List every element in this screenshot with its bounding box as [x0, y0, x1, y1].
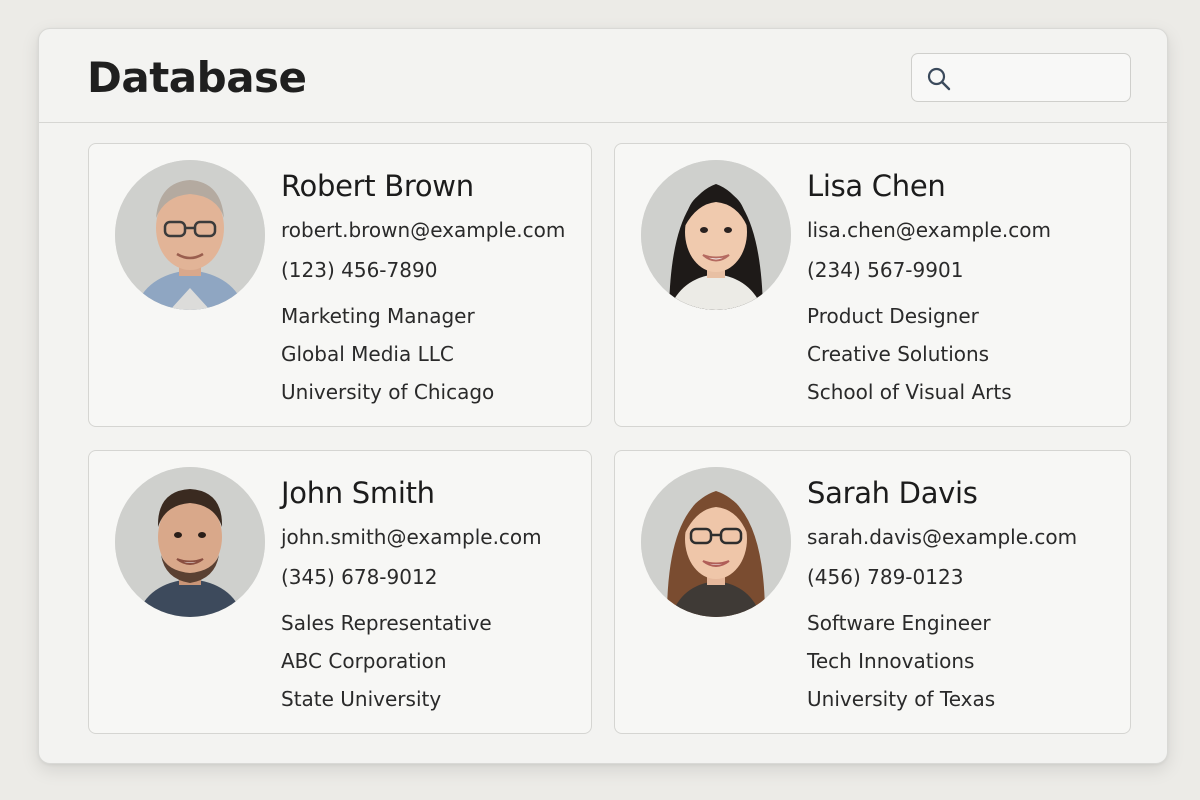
contact-title: Sales Representative	[281, 611, 492, 635]
contact-title: Software Engineer	[807, 611, 991, 635]
contact-info: Lisa Chen lisa.chen@example.com (234) 56…	[807, 164, 1051, 411]
contact-card[interactable]: Robert Brown robert.brown@example.com (1…	[88, 143, 592, 427]
contact-phone[interactable]: (345) 678-9012	[281, 557, 542, 597]
contact-phone[interactable]: (123) 456-7890	[281, 250, 565, 290]
contact-name: Lisa Chen	[807, 169, 946, 203]
page-title: Database	[87, 53, 307, 102]
contact-email[interactable]: sarah.davis@example.com	[807, 517, 1077, 557]
contact-company: Global Media LLC	[281, 342, 454, 366]
avatar	[115, 467, 265, 617]
contact-title: Product Designer	[807, 304, 979, 328]
search-box[interactable]	[911, 53, 1131, 102]
avatar	[641, 467, 791, 617]
search-input[interactable]	[960, 62, 1120, 94]
contact-info: John Smith john.smith@example.com (345) …	[281, 471, 542, 718]
search-icon[interactable]	[926, 66, 952, 92]
contact-card[interactable]: Sarah Davis sarah.davis@example.com (456…	[614, 450, 1131, 734]
contact-email[interactable]: robert.brown@example.com	[281, 210, 565, 250]
contact-phone[interactable]: (234) 567-9901	[807, 250, 1051, 290]
contact-school: University of Texas	[807, 687, 996, 711]
contact-email[interactable]: lisa.chen@example.com	[807, 210, 1051, 250]
avatar	[115, 160, 265, 310]
contact-company: Creative Solutions	[807, 342, 990, 366]
contact-name: Robert Brown	[281, 169, 474, 203]
contact-school: State University	[281, 687, 442, 711]
contact-title: Marketing Manager	[281, 304, 475, 328]
database-window: Database Robert Brown robert.brown@examp…	[38, 28, 1168, 764]
contact-name: Sarah Davis	[807, 476, 978, 510]
contact-phone[interactable]: (456) 789-0123	[807, 557, 1077, 597]
contact-email[interactable]: john.smith@example.com	[281, 517, 542, 557]
contact-name: John Smith	[281, 476, 435, 510]
header: Database	[39, 29, 1167, 123]
contact-card[interactable]: John Smith john.smith@example.com (345) …	[88, 450, 592, 734]
contact-info: Robert Brown robert.brown@example.com (1…	[281, 164, 565, 411]
contact-info: Sarah Davis sarah.davis@example.com (456…	[807, 471, 1077, 718]
contact-company: ABC Corporation	[281, 649, 447, 673]
avatar	[641, 160, 791, 310]
contact-school: University of Chicago	[281, 380, 495, 404]
contact-card[interactable]: Lisa Chen lisa.chen@example.com (234) 56…	[614, 143, 1131, 427]
contact-school: School of Visual Arts	[807, 380, 1012, 404]
contact-company: Tech Innovations	[807, 649, 975, 673]
